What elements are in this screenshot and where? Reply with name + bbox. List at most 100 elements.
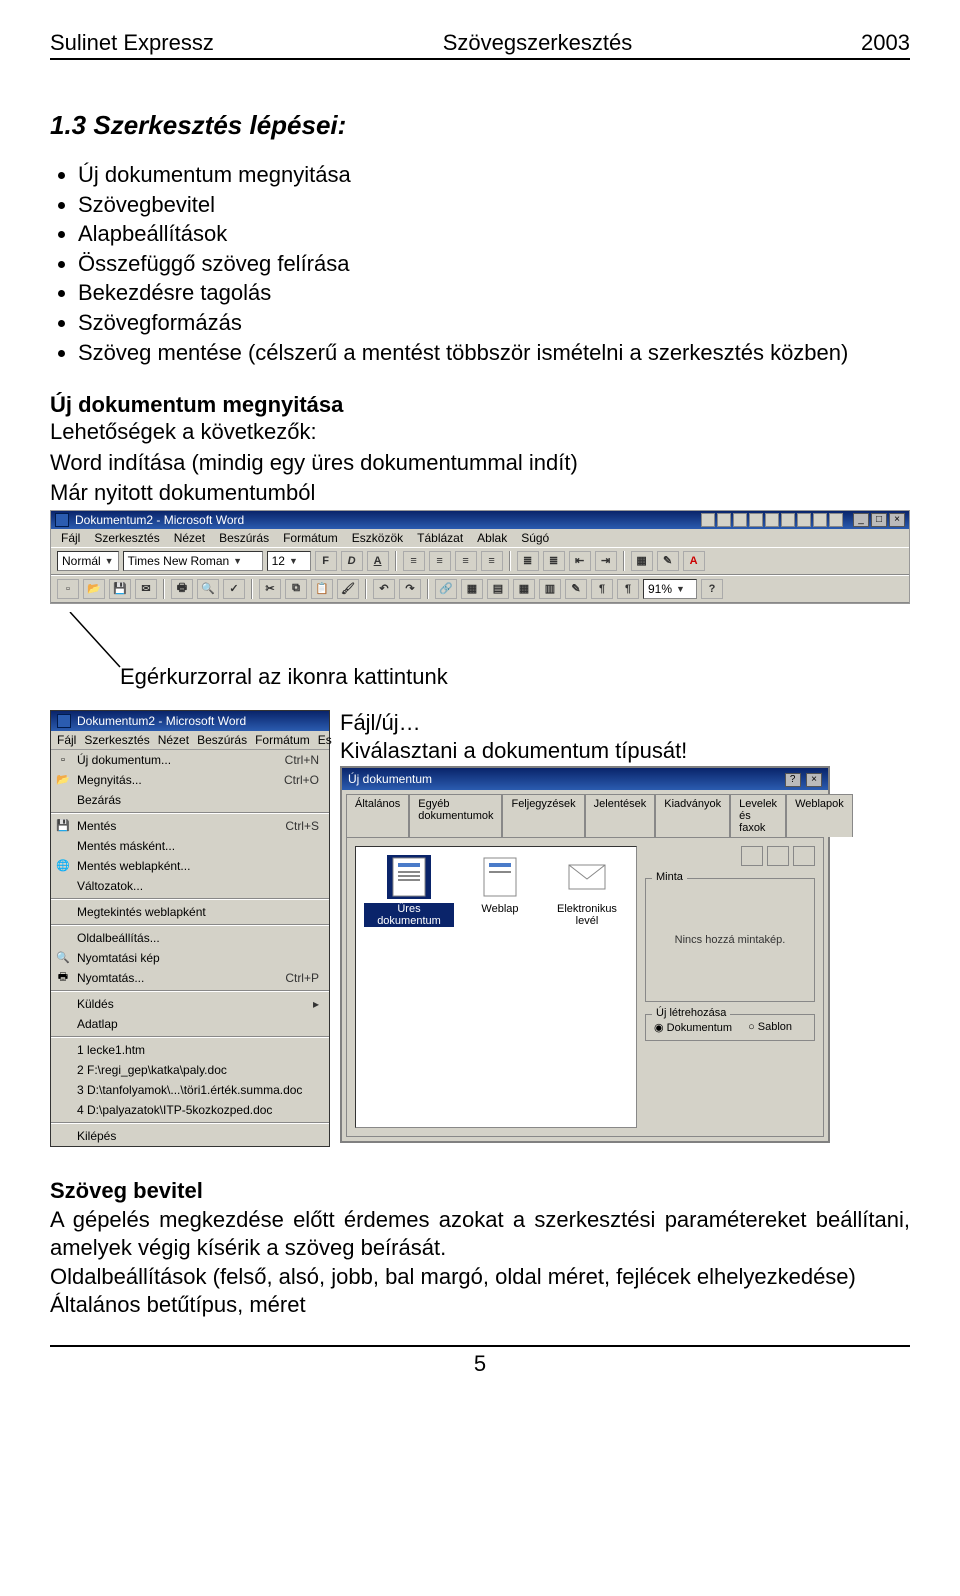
tables-button[interactable]: ▦ [461,579,483,599]
paste-button[interactable]: 📋 [311,579,333,599]
minimize-icon[interactable]: _ [853,513,869,527]
undo-button[interactable]: ↶ [373,579,395,599]
print-preview-button[interactable]: 🔍 [197,579,219,599]
tab-notes[interactable]: Feljegyzések [502,794,584,837]
new-button[interactable]: ▫ [57,579,79,599]
format-painter-button[interactable]: 🖌 [337,579,359,599]
large-icons-button[interactable] [741,846,763,866]
menu-item[interactable]: Súgó [521,531,549,545]
columns-button[interactable]: ▥ [539,579,561,599]
style-combo[interactable]: Normál▼ [57,551,119,571]
help-button[interactable]: ? [701,579,723,599]
template-item-email[interactable]: Elektronikus levél [546,855,628,927]
template-item-webpage[interactable]: Weblap [478,855,522,915]
bullet-list-button[interactable]: ≣ [543,551,565,571]
align-justify-button[interactable]: ≡ [481,551,503,571]
underline-button[interactable]: A [367,551,389,571]
file-menu-item[interactable]: Változatok... [51,876,329,896]
menu-item[interactable]: Nézet [174,531,205,545]
details-view-button[interactable] [793,846,815,866]
tab-reports[interactable]: Jelentések [585,794,656,837]
file-menu-item[interactable]: Bezárás [51,790,329,810]
standard-toolbar: ▫ 📂 💾 ✉ 🖶 🔍 ✓ ✂ ⧉ 📋 🖌 ↶ ↷ 🔗 ▦ ▤ ▦ ▥ ✎ ¶ … [51,575,909,603]
menu-item[interactable]: Beszúrás [219,531,269,545]
menu-item[interactable]: Formátum [255,733,310,747]
file-menu-item[interactable]: 🔍Nyomtatási kép [51,948,329,968]
hyperlink-button[interactable]: 🔗 [435,579,457,599]
file-menu-item[interactable]: 💾MentésCtrl+S [51,816,329,836]
word-app-icon [57,714,71,728]
menu-item[interactable]: Szerkesztés [94,531,159,545]
cut-button[interactable]: ✂ [259,579,281,599]
file-menu-item[interactable]: Adatlap [51,1014,329,1034]
file-menu-item[interactable]: 1 lecke1.htm [51,1040,329,1060]
file-menu-item[interactable]: Küldés▸ [51,994,329,1014]
doc-map-button[interactable]: ¶ [591,579,613,599]
highlight-button[interactable]: ✎ [657,551,679,571]
file-menu-item[interactable]: 2 F:\regi_gep\katka\paly.doc [51,1060,329,1080]
bold-button[interactable]: F [315,551,337,571]
tab-letters[interactable]: Levelek és faxok [730,794,786,837]
radio-template[interactable]: Sablon [748,1021,792,1033]
outdent-button[interactable]: ⇤ [569,551,591,571]
help-icon[interactable]: ? [785,773,801,787]
font-combo[interactable]: Times New Roman▼ [123,551,263,571]
insert-table-button[interactable]: ▤ [487,579,509,599]
file-menu-item[interactable]: 📂Megnyitás...Ctrl+O [51,770,329,790]
menu-item[interactable]: Ablak [477,531,507,545]
indent-button[interactable]: ⇥ [595,551,617,571]
align-right-button[interactable]: ≡ [455,551,477,571]
file-menu-item[interactable]: Megtekintés weblapként [51,902,329,922]
file-menu-item[interactable]: Kilépés [51,1126,329,1146]
menu-item[interactable]: Es [318,733,332,747]
tab-general[interactable]: Általános [346,794,409,837]
border-button[interactable]: ▦ [631,551,653,571]
numbered-list-button[interactable]: ≣ [517,551,539,571]
excel-button[interactable]: ▦ [513,579,535,599]
tab-webpages[interactable]: Weblapok [786,794,853,837]
instruction-label: Fájl/új… [340,710,910,736]
menu-item[interactable]: Eszközök [352,531,403,545]
file-menu-item[interactable]: 🌐Mentés weblapként... [51,856,329,876]
close-icon[interactable]: × [889,513,905,527]
file-menu-item[interactable]: 4 D:\palyazatok\ITP-5kozkozped.doc [51,1100,329,1120]
spellcheck-button[interactable]: ✓ [223,579,245,599]
menu-item[interactable]: Fájl [57,733,76,747]
tab-publications[interactable]: Kiadványok [655,794,730,837]
open-button[interactable]: 📂 [83,579,105,599]
mail-button[interactable]: ✉ [135,579,157,599]
menu-item[interactable]: Beszúrás [197,733,247,747]
size-combo[interactable]: 12▼ [267,551,311,571]
menu-item[interactable]: Szerkesztés [84,733,149,747]
file-menu-item[interactable]: ▫Új dokumentum...Ctrl+N [51,750,329,770]
menu-item[interactable]: Fájl [61,531,80,545]
italic-button[interactable]: D [341,551,363,571]
menu-item[interactable]: Nézet [158,733,189,747]
align-center-button[interactable]: ≡ [429,551,451,571]
font-color-button[interactable]: A [683,551,705,571]
redo-button[interactable]: ↷ [399,579,421,599]
drawing-button[interactable]: ✎ [565,579,587,599]
menu-item[interactable]: Táblázat [417,531,463,545]
page-number: 5 [50,1345,910,1377]
list-view-button[interactable] [767,846,789,866]
menubar[interactable]: Fájl Szerkesztés Nézet Beszúrás Formátum… [51,529,909,547]
header-right: 2003 [861,30,910,56]
file-menu-item[interactable]: Mentés másként... [51,836,329,856]
file-menu-item[interactable]: Oldalbeállítás... [51,928,329,948]
menu-item[interactable]: Formátum [283,531,338,545]
radio-document[interactable]: Dokumentum [654,1021,732,1034]
print-button[interactable]: 🖶 [171,579,193,599]
file-menu-screenshot: Dokumentum2 - Microsoft Word Fájl Szerke… [50,710,330,1147]
template-item-blank[interactable]: Üres dokumentum [364,855,454,927]
file-menu-item[interactable]: 3 D:\tanfolyamok\...\töri1.érték.summa.d… [51,1080,329,1100]
zoom-combo[interactable]: 91%▼ [643,579,697,599]
file-menu-item[interactable]: 🖶Nyomtatás...Ctrl+P [51,968,329,988]
tab-other[interactable]: Egyéb dokumentumok [409,794,502,837]
copy-button[interactable]: ⧉ [285,579,307,599]
maximize-icon[interactable]: □ [871,513,887,527]
save-button[interactable]: 💾 [109,579,131,599]
close-icon[interactable]: × [806,773,822,787]
align-left-button[interactable]: ≡ [403,551,425,571]
show-marks-button[interactable]: ¶ [617,579,639,599]
